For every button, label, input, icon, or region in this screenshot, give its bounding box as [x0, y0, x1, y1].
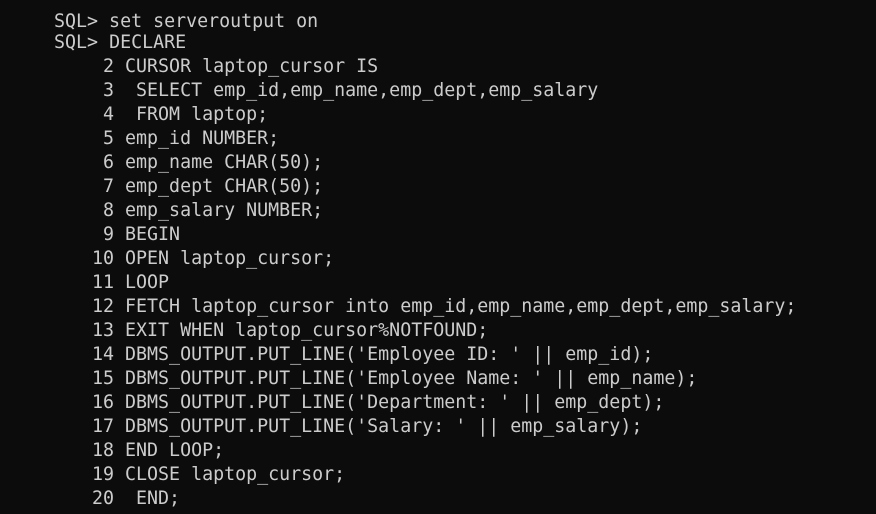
terminal-line: 2 CURSOR laptop_cursor IS: [10, 31, 378, 77]
terminal-line: 21 /: [10, 487, 136, 514]
terminal-line: 18 END LOOP;: [10, 415, 224, 461]
terminal-line: 4 FROM laptop;: [10, 79, 268, 125]
terminal-line: 13 EXIT WHEN laptop_cursor%NOTFOUND;: [10, 295, 488, 341]
terminal-line: 12 FETCH laptop_cursor into emp_id,emp_n…: [10, 271, 796, 317]
terminal-line: 14 DBMS_OUTPUT.PUT_LINE('Employee ID: ' …: [10, 319, 653, 365]
terminal-line: 5 emp_id NUMBER;: [10, 103, 279, 149]
terminal-line: 9 BEGIN: [10, 199, 180, 245]
terminal-line: 16 DBMS_OUTPUT.PUT_LINE('Department: ' |…: [10, 367, 664, 413]
terminal-line: 3 SELECT emp_id,emp_name,emp_dept,emp_sa…: [10, 55, 598, 101]
terminal-line: 15 DBMS_OUTPUT.PUT_LINE('Employee Name: …: [10, 343, 697, 389]
terminal-window[interactable]: SQL> set serveroutput on SQL> DECLARE 2 …: [0, 0, 876, 514]
terminal-line: 7 emp_dept CHAR(50);: [10, 151, 323, 197]
terminal-line: 19 CLOSE laptop_cursor;: [10, 439, 345, 485]
terminal-line: 20 END;: [10, 463, 180, 509]
terminal-line: 10 OPEN laptop_cursor;: [10, 223, 334, 269]
terminal-line: 17 DBMS_OUTPUT.PUT_LINE('Salary: ' || em…: [10, 391, 642, 437]
terminal-line: 11 LOOP: [10, 247, 169, 293]
terminal-line: 8 emp_salary NUMBER;: [10, 175, 323, 221]
terminal-line: 6 emp_name CHAR(50);: [10, 127, 323, 173]
terminal-line: SQL> DECLARE: [10, 7, 186, 53]
